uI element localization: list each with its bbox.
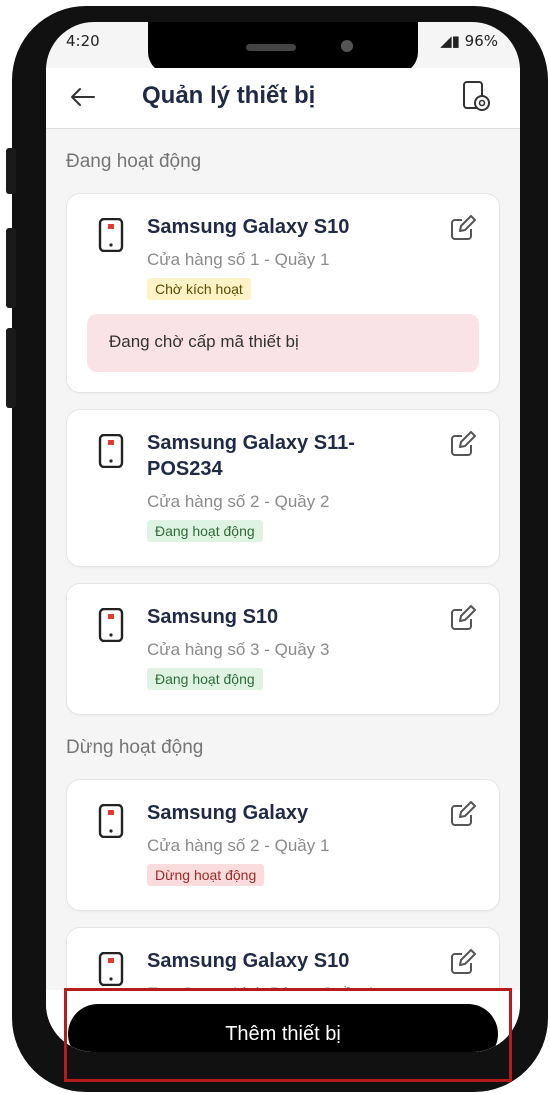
arrow-left-icon[interactable] — [68, 82, 98, 112]
status-bar: 4:20 ◢▮ 96% — [46, 22, 520, 74]
notch — [148, 22, 418, 74]
battery-level: 96% — [464, 32, 498, 50]
status-badge: Dừng hoạt động — [147, 864, 265, 886]
edit-icon[interactable] — [449, 948, 477, 976]
edit-icon[interactable] — [449, 430, 477, 458]
front-camera — [341, 40, 353, 52]
status-battery: ◢▮ 96% — [440, 32, 498, 50]
edit-icon[interactable] — [449, 214, 477, 242]
device-card[interactable]: Samsung Galaxy S11-POS234 Cửa hàng số 2 … — [66, 409, 500, 567]
device-settings-icon[interactable] — [460, 80, 492, 114]
status-badge: Đang hoạt động — [147, 520, 263, 542]
speaker-grille — [246, 44, 296, 51]
device-name: Samsung Galaxy — [147, 802, 309, 824]
device-card[interactable]: Samsung Galaxy Cửa hàng số 2 - Quầy 1 Dừ… — [66, 779, 500, 911]
device-location: Cửa hàng số 3 - Quầy 3 — [147, 640, 330, 659]
device-name: Samsung Galaxy S11-POS234 — [147, 432, 355, 480]
device-location: Cửa hàng số 2 - Quầy 1 — [147, 836, 330, 855]
device-location: Cửa hàng số 2 - Quầy 2 — [147, 492, 330, 511]
section-heading-inactive: Dừng hoạt động — [66, 737, 204, 758]
phone-icon — [98, 952, 124, 986]
status-badge: Đang hoạt động — [147, 668, 263, 690]
status-badge: Chờ kích hoạt — [147, 278, 251, 300]
section-heading-active: Đang hoạt động — [66, 151, 202, 172]
device-name: Samsung Galaxy S10 — [147, 950, 350, 972]
device-list: Đang hoạt động Samsung Galaxy S10 Cửa hà… — [46, 129, 520, 1052]
phone-icon — [98, 434, 124, 468]
edit-icon[interactable] — [449, 604, 477, 632]
phone-icon — [98, 218, 124, 252]
pending-code-notice: Đang chờ cấp mã thiết bị — [87, 314, 479, 372]
device-location: Cửa hàng số 1 - Quầy 1 — [147, 250, 330, 269]
page-title: Quản lý thiết bị — [142, 82, 316, 109]
phone-icon — [98, 804, 124, 838]
device-card[interactable]: Samsung S10 Cửa hàng số 3 - Quầy 3 Đang … — [66, 583, 500, 715]
edit-icon[interactable] — [449, 800, 477, 828]
phone-icon — [98, 608, 124, 642]
app-bar: Quản lý thiết bị — [46, 68, 520, 129]
device-name: Samsung Galaxy S10 — [147, 216, 350, 238]
notice-text: Đang chờ cấp mã thiết bị — [109, 332, 299, 351]
device-name: Samsung S10 — [147, 606, 279, 628]
device-card[interactable]: Samsung Galaxy S10 Cửa hàng số 1 - Quầy … — [66, 193, 500, 393]
app-screen: 4:20 ◢▮ 96% Quản lý thiết bị Đang hoạt đ… — [46, 22, 520, 1052]
highlight-box — [64, 988, 512, 1082]
volume-up-button — [6, 228, 16, 308]
status-time: 4:20 — [66, 32, 100, 50]
volume-down-button — [6, 328, 16, 408]
mute-switch — [6, 148, 16, 194]
signal-icon: ◢▮ — [440, 32, 460, 50]
